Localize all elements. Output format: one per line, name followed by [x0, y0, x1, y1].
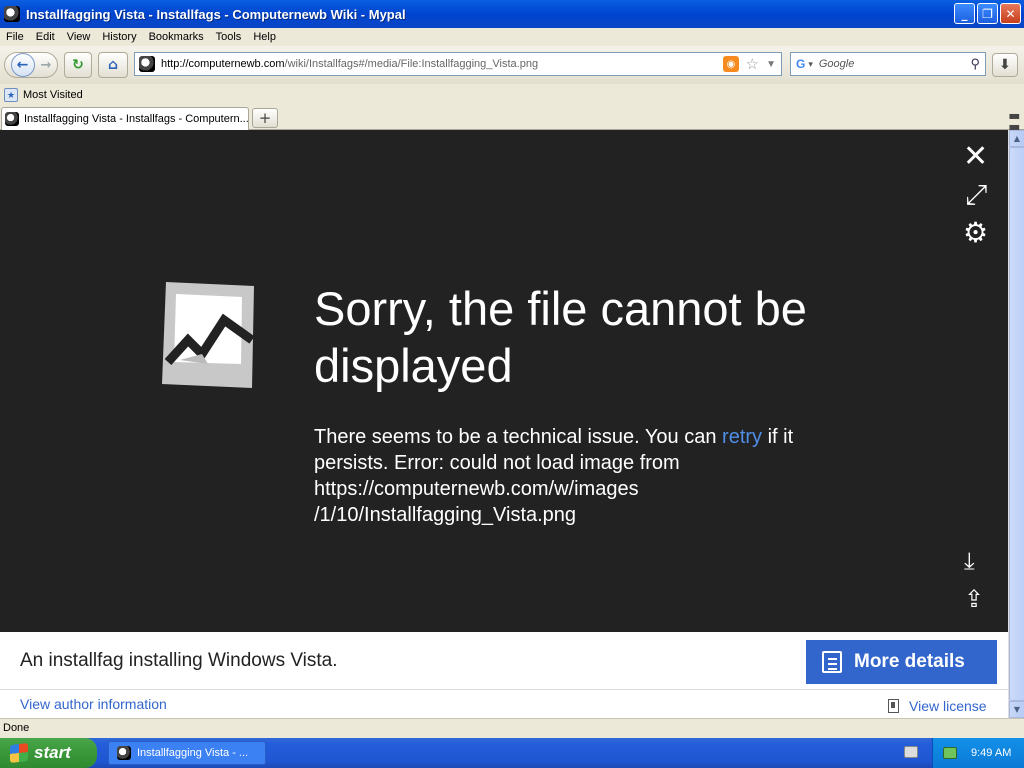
- scrollbar-thumb[interactable]: [1009, 147, 1024, 701]
- menu-view[interactable]: View: [61, 31, 97, 43]
- clock[interactable]: 9:49 AM: [971, 747, 1011, 759]
- google-engine-icon[interactable]: G: [796, 57, 805, 71]
- view-author-link[interactable]: View author information: [20, 696, 167, 712]
- most-visited-bookmark[interactable]: Most Visited: [23, 89, 83, 101]
- plus-icon: +: [258, 109, 272, 127]
- menu-help[interactable]: Help: [247, 31, 282, 43]
- window-title: Installfagging Vista - Installfags - Com…: [26, 6, 406, 22]
- downloads-button[interactable]: ⬇: [992, 53, 1018, 77]
- error-text-lead: There seems to be a technical issue. You…: [314, 426, 723, 448]
- back-forward-group: ← →: [4, 52, 58, 78]
- menu-edit[interactable]: Edit: [30, 31, 61, 43]
- search-icon[interactable]: ⚲: [970, 56, 980, 72]
- download-icon[interactable]: ⤓: [964, 548, 975, 574]
- most-visited-icon: ★: [4, 88, 18, 102]
- reload-icon: ↻: [72, 57, 84, 73]
- navigation-toolbar: ← → ↻ ⌂ http://computernewb.com/wiki/Ins…: [0, 46, 1024, 84]
- taskbar-window-button[interactable]: Installfagging Vista - ...: [108, 741, 266, 765]
- error-message: There seems to be a technical issue. You…: [314, 424, 854, 528]
- url-domain: http://computernewb.com: [161, 58, 285, 70]
- retry-link[interactable]: retry: [722, 426, 762, 448]
- view-license-link[interactable]: View license: [888, 698, 987, 714]
- address-bar[interactable]: http://computernewb.com/wiki/Installfags…: [134, 52, 782, 76]
- tab-active[interactable]: Installfagging Vista - Installfags - Com…: [1, 107, 249, 130]
- tab-strip: Installfagging Vista - Installfags - Com…: [0, 106, 1024, 133]
- browser-app-icon: [4, 6, 20, 22]
- home-button[interactable]: ⌂: [98, 52, 128, 78]
- url-path: /wiki/Installfags#/media/File:Installfag…: [284, 58, 539, 70]
- fullscreen-icon[interactable]: ⤢: [965, 181, 987, 209]
- back-arrow-icon: ←: [16, 57, 29, 73]
- menu-file[interactable]: File: [0, 31, 30, 43]
- more-details-label: More details: [854, 651, 965, 672]
- license-icon: [888, 699, 899, 713]
- taskbar: start Installfagging Vista - ... 9:49 AM: [0, 738, 1024, 768]
- caption-divider: [0, 689, 1008, 690]
- gear-icon[interactable]: ⚙: [963, 219, 988, 247]
- back-button[interactable]: ←: [10, 53, 35, 77]
- menu-bar: File Edit View History Bookmarks Tools H…: [0, 28, 1024, 46]
- start-label: start: [34, 743, 71, 762]
- site-favicon-icon: [139, 56, 155, 72]
- taskbar-window-label: Installfagging Vista - ...: [137, 747, 249, 759]
- image-caption: An installfag installing Windows Vista.: [20, 650, 338, 671]
- media-viewer: ✕ ⤢ ⚙ Sorry, the file cannot be displaye…: [0, 130, 1008, 632]
- scroll-down-arrow-icon[interactable]: ▼: [1009, 701, 1024, 718]
- share-icon[interactable]: ⇪: [964, 586, 984, 612]
- search-input[interactable]: Google: [819, 58, 854, 70]
- bookmarks-toolbar: ★ Most Visited: [0, 84, 1024, 106]
- download-arrow-icon: ⬇: [999, 57, 1011, 73]
- menu-bookmarks[interactable]: Bookmarks: [143, 31, 210, 43]
- new-tab-button[interactable]: +: [252, 108, 278, 128]
- reload-button[interactable]: ↻: [64, 52, 92, 78]
- status-bar: Done: [0, 718, 1024, 738]
- network-icon[interactable]: [943, 747, 957, 759]
- windows-logo-icon: [10, 743, 28, 763]
- rss-feed-icon[interactable]: ◉: [723, 56, 739, 72]
- tab-favicon-icon: [5, 112, 19, 126]
- forward-button[interactable]: →: [41, 58, 52, 73]
- scroll-up-arrow-icon[interactable]: ▲: [1009, 130, 1024, 147]
- menu-history[interactable]: History: [96, 31, 142, 43]
- tab-label: Installfagging Vista - Installfags - Com…: [24, 113, 249, 125]
- start-button[interactable]: start: [0, 738, 97, 768]
- status-text: Done: [3, 722, 30, 734]
- close-window-button[interactable]: ✕: [1000, 3, 1021, 24]
- minimize-button[interactable]: _: [954, 3, 975, 24]
- home-icon: ⌂: [107, 57, 119, 73]
- keyboard-icon[interactable]: [904, 746, 918, 758]
- search-bar[interactable]: G ▾ Google ⚲: [790, 52, 986, 76]
- page-content: ✕ ⤢ ⚙ Sorry, the file cannot be displaye…: [0, 130, 1008, 718]
- caption-panel: An installfag installing Windows Vista. …: [0, 632, 1008, 718]
- restore-button[interactable]: ❐: [977, 3, 998, 24]
- url-history-dropdown-icon[interactable]: ▼: [766, 59, 776, 70]
- window-title-bar[interactable]: Installfagging Vista - Installfags - Com…: [0, 0, 1024, 28]
- more-details-button[interactable]: More details: [806, 640, 997, 684]
- error-title: Sorry, the file cannot be displayed: [314, 282, 807, 392]
- menu-tools[interactable]: Tools: [210, 31, 248, 43]
- system-tray: 9:49 AM: [932, 738, 1024, 768]
- taskbar-app-icon: [117, 746, 131, 760]
- close-icon[interactable]: ✕: [963, 142, 988, 172]
- view-license-label: View license: [909, 698, 987, 714]
- vertical-scrollbar[interactable]: ▲ ▼: [1008, 130, 1024, 718]
- bookmark-star-icon[interactable]: ☆: [746, 55, 759, 73]
- broken-image-icon: [162, 282, 255, 388]
- window-controls: _ ❐ ✕: [954, 3, 1021, 24]
- search-engine-dropdown-icon[interactable]: ▾: [808, 59, 813, 70]
- document-icon: [822, 651, 842, 673]
